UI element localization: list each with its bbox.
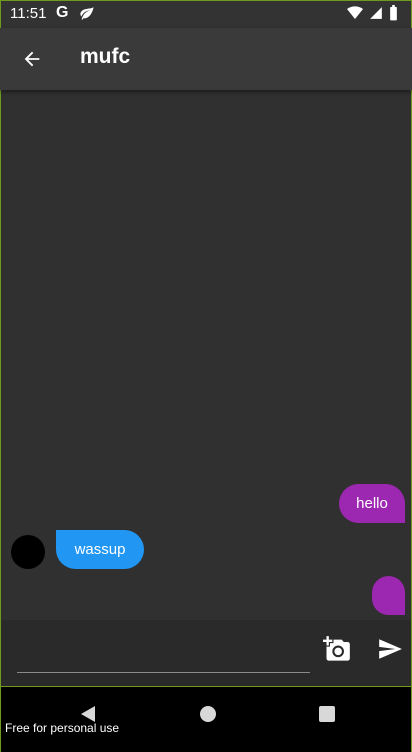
status-time: 11:51 xyxy=(10,5,47,22)
message-input[interactable] xyxy=(17,634,310,673)
app-bar: mufc xyxy=(0,28,412,90)
nav-home-button[interactable] xyxy=(200,706,216,722)
message-bubble-received[interactable]: wassup xyxy=(56,530,144,569)
chat-title: mufc xyxy=(80,45,131,68)
add-photo-camera-icon xyxy=(323,636,350,661)
send-icon xyxy=(379,639,402,659)
status-icons xyxy=(347,5,398,21)
cell-signal-icon xyxy=(370,7,382,19)
message-bubble-sent[interactable]: hello xyxy=(339,484,405,523)
watermark-text: Free for personal use xyxy=(5,721,120,735)
send-button[interactable] xyxy=(374,632,406,666)
composer-bar xyxy=(0,620,412,686)
message-text: wassup xyxy=(74,541,126,558)
wifi-icon xyxy=(347,6,363,19)
message-list[interactable]: hello wassup xyxy=(0,90,412,620)
battery-icon xyxy=(390,5,397,21)
system-nav-bar: Free for personal use xyxy=(0,686,412,752)
camera-button[interactable] xyxy=(320,632,354,666)
google-g-icon: G xyxy=(56,4,69,21)
message-bubble-sent[interactable] xyxy=(372,576,405,615)
nav-recents-button[interactable] xyxy=(319,706,335,722)
status-bar: 11:51 G xyxy=(0,0,412,28)
leaf-icon xyxy=(80,7,94,20)
avatar[interactable] xyxy=(11,535,45,569)
message-text: hello xyxy=(356,495,388,512)
back-button[interactable] xyxy=(16,43,48,75)
arrow-left-icon xyxy=(24,51,40,67)
